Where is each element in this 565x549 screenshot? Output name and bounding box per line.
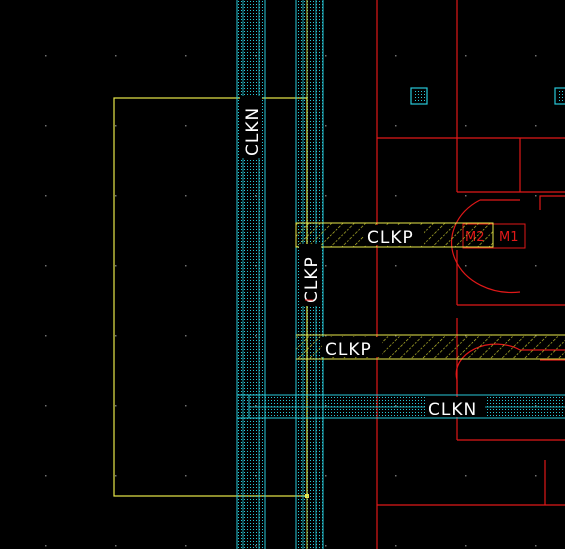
grid-dot [325, 265, 327, 267]
grid-dot [45, 55, 47, 57]
net-label-clkn-vertical: CLKN [243, 107, 263, 156]
grid-dot [115, 125, 117, 127]
grid-dot [185, 405, 187, 407]
grid-dot [325, 125, 327, 127]
grid-dot [185, 545, 187, 547]
grid-dot [465, 265, 467, 267]
grid-dot [185, 265, 187, 267]
grid-dot [115, 475, 117, 477]
grid-dot [535, 195, 537, 197]
grid-dot [185, 125, 187, 127]
net-label-clkn-horizontal: CLKN [428, 400, 477, 420]
net-label-clkp-vertical: CLKP [302, 256, 322, 303]
contact-via-1[interactable] [410, 87, 428, 105]
clkn-horizontal-wire[interactable] [237, 394, 565, 419]
grid-dot [185, 335, 187, 337]
grid-dot [395, 545, 397, 547]
grid-dot [45, 545, 47, 547]
grid-dot [45, 335, 47, 337]
net-label-clkp-lower: CLKP [325, 340, 372, 360]
grid-dot [45, 405, 47, 407]
grid-dot [115, 405, 117, 407]
layout-svg[interactable]: M2 M1 [0, 0, 565, 549]
grid-dot [465, 195, 467, 197]
grid-dot [535, 125, 537, 127]
net-label-clkp-upper: CLKP [367, 228, 414, 248]
yellow-region-outline[interactable] [113, 97, 308, 497]
grid-dot [45, 475, 47, 477]
grid-dot [325, 545, 327, 547]
layout-canvas[interactable]: M2 M1 [0, 0, 565, 549]
grid-dot [535, 265, 537, 267]
grid-dot [115, 265, 117, 267]
grid-dot [115, 55, 117, 57]
grid-dot [325, 55, 327, 57]
grid-dot [395, 265, 397, 267]
grid-dot [395, 475, 397, 477]
device-label-m1: M1 [499, 230, 519, 245]
grid-dot [115, 195, 117, 197]
grid-dot [45, 195, 47, 197]
grid-dot [115, 545, 117, 547]
grid-dot [395, 125, 397, 127]
grid-dot [45, 125, 47, 127]
clkn-vertical-wire[interactable] [236, 0, 266, 549]
grid-dot [535, 545, 537, 547]
grid-dot [325, 475, 327, 477]
grid-dot [115, 335, 117, 337]
grid-dot [395, 195, 397, 197]
grid-dot [465, 475, 467, 477]
grid-dot [465, 125, 467, 127]
grid-dot [185, 195, 187, 197]
grid-dot [395, 55, 397, 57]
grid-dot [185, 55, 187, 57]
grid-dot [535, 475, 537, 477]
grid-dot [535, 55, 537, 57]
grid-dot [45, 265, 47, 267]
grid-dot [185, 475, 187, 477]
grid-dot [325, 195, 327, 197]
red-layer-outlines [376, 0, 565, 549]
grid-dot [465, 55, 467, 57]
grid-dot [465, 545, 467, 547]
contact-via-2[interactable] [554, 87, 565, 105]
grid-dots [45, 55, 537, 547]
